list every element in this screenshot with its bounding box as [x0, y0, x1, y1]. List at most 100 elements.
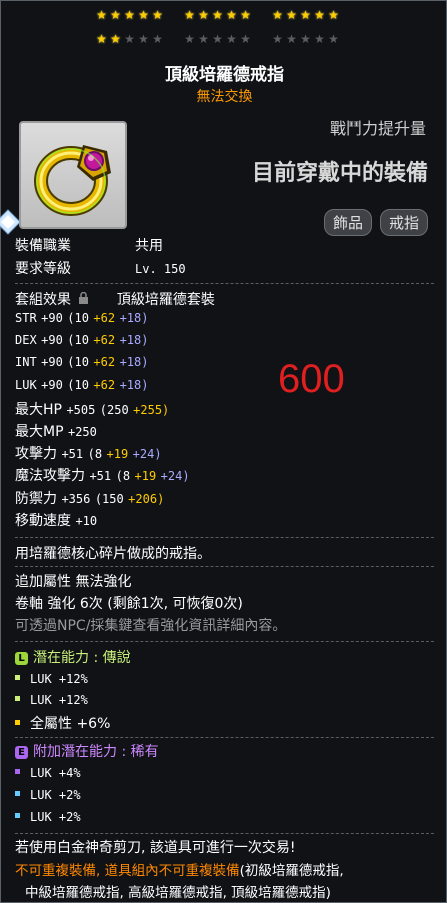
- star-empty-icon: ★: [328, 32, 340, 46]
- extra-attribute: 追加屬性 無法強化: [15, 574, 132, 590]
- star-group: ★ ★ ★ ★ ★: [183, 32, 253, 46]
- duplicate-list: 中級培羅德戒指, 高級培羅德戒指, 頂級培羅德戒指): [25, 885, 331, 901]
- star-group: ★ ★ ★ ★ ★: [271, 32, 341, 46]
- stat-base: (150: [94, 491, 124, 506]
- stat-base: (8: [87, 447, 103, 462]
- stat-star: +18): [119, 333, 149, 348]
- star-filled-icon: ★: [328, 8, 340, 22]
- stat-name: INT: [15, 355, 37, 370]
- bonus-potential-line: LUK +2%: [15, 809, 81, 825]
- stat-total: +51: [61, 447, 84, 462]
- bonus-potential-header: E 附加潛在能力 : 稀有: [15, 741, 159, 761]
- stat-total: +250: [67, 425, 97, 439]
- stat-row: 移動速度 +10: [15, 510, 97, 530]
- star-empty-icon: ★: [272, 32, 284, 46]
- stat-base: (10: [67, 355, 89, 370]
- stat-bonus: +19: [134, 469, 157, 484]
- bullet-icon: [15, 791, 20, 796]
- star-empty-icon: ★: [184, 32, 196, 46]
- item-icon-frame: [19, 121, 127, 229]
- star-group: ★ ★ ★ ★ ★: [95, 32, 165, 46]
- star-group: ★ ★ ★ ★ ★: [183, 8, 253, 22]
- duplicate-note: 不可重複裝備, 道具組內不可重複裝備(初級培羅德戒指,: [15, 863, 344, 879]
- stat-total: +90: [41, 355, 63, 370]
- bonus-potential-title: 附加潛在能力 : 稀有: [33, 744, 159, 760]
- star-filled-icon: ★: [110, 8, 122, 22]
- star-force-row-2: ★ ★ ★ ★ ★ ★ ★ ★ ★ ★ ★ ★ ★ ★ ★: [95, 32, 355, 46]
- potential-line: 全屬性 +6%: [15, 713, 110, 733]
- star-empty-icon: ★: [226, 32, 238, 46]
- power-increase-label: 戰鬥力提升量: [329, 119, 426, 138]
- stat-row: 防禦力 +356 (150 +206): [15, 488, 164, 508]
- star-empty-icon: ★: [286, 32, 298, 46]
- star-empty-icon: ★: [300, 32, 312, 46]
- stat-bonus: +62: [93, 333, 116, 348]
- stat-total: +90: [41, 311, 63, 325]
- star-empty-icon: ★: [198, 32, 210, 46]
- set-row: 套組效果 頂級培羅德套裝: [15, 289, 215, 309]
- scissors-note: 若使用白金神奇剪刀, 該道具可進行一次交易!: [15, 840, 296, 856]
- stat-bonus: +19: [106, 447, 129, 462]
- stat-bonus: +62: [93, 377, 116, 392]
- stat-row: INT +90 (10 +62 +18): [15, 354, 148, 370]
- bonus-potential-line: LUK +4%: [15, 765, 81, 781]
- trade-restriction: 無法交換: [196, 89, 253, 105]
- divider: [15, 737, 434, 739]
- stat-name: 移動速度: [15, 512, 71, 529]
- stat-base: (10: [67, 311, 89, 325]
- star-filled-icon: ★: [138, 8, 150, 22]
- enhance-hint: 可透過NPC/採集鍵查看強化資訊詳細內容。: [15, 618, 287, 634]
- star-filled-icon: ★: [300, 8, 312, 22]
- stat-name: 魔法攻擊力: [15, 468, 85, 485]
- stat-base: (8: [115, 469, 131, 484]
- stat-row: 最大HP +505 (250 +255): [15, 399, 169, 419]
- sparkle-icon: [0, 209, 21, 235]
- stat-bonus: +62: [93, 355, 116, 370]
- star-filled-icon: ★: [110, 32, 122, 46]
- stat-star: +24): [132, 447, 162, 462]
- gold-ring-purple-gem-icon: [34, 145, 111, 216]
- star-empty-icon: ★: [152, 32, 164, 46]
- item-name: 頂級培羅德戒指: [165, 65, 284, 85]
- bullet-icon: [15, 696, 20, 701]
- stat-bonus: +255): [133, 402, 170, 417]
- set-label: 套組效果: [15, 292, 71, 308]
- stat-total: +51: [89, 469, 112, 484]
- item-tooltip: ★ ★ ★ ★ ★ ★ ★ ★ ★ ★ ★ ★ ★ ★ ★ ★ ★ ★ ★ ★ ★ ★ ★ ★ ★ ★ ★ ★ ★ ★ 頂級培羅德戒指 …: [0, 0, 447, 903]
- stat-name: DEX: [15, 333, 37, 348]
- star-filled-icon: ★: [198, 8, 210, 22]
- bonus-potential-line: LUK +2%: [15, 787, 81, 803]
- star-empty-icon: ★: [314, 32, 326, 46]
- stat-total: +90: [41, 333, 63, 348]
- stat-base: (250: [99, 402, 129, 417]
- stat-row: STR +90 (10 +62 +18): [15, 310, 148, 326]
- divider: [15, 283, 434, 285]
- divider: [15, 641, 434, 643]
- stat-name: STR: [15, 311, 37, 325]
- stat-total: +356: [61, 491, 91, 506]
- stat-total: +10: [75, 513, 98, 528]
- level-label: 要求等級: [15, 261, 71, 277]
- tag-accessory: 飾品: [323, 209, 372, 236]
- potential-title: 潛在能力 : 傳說: [33, 650, 131, 666]
- divider: [15, 833, 434, 835]
- star-empty-icon: ★: [212, 32, 224, 46]
- star-filled-icon: ★: [96, 32, 108, 46]
- potential-line: LUK +12%: [15, 692, 88, 708]
- stat-star: +18): [119, 377, 149, 392]
- star-empty-icon: ★: [240, 32, 252, 46]
- stat-row: DEX +90 (10 +62 +18): [15, 332, 148, 348]
- stat-bonus: +62: [93, 311, 116, 325]
- set-name: 頂級培羅德套裝: [116, 292, 215, 308]
- level-row: 要求等級 Lv. 150: [15, 258, 186, 278]
- scroll-info: 卷軸 強化 6次 (剩餘1次, 可恢復0次): [15, 596, 243, 612]
- star-filled-icon: ★: [226, 8, 238, 22]
- stat-total: +505: [66, 402, 96, 417]
- star-filled-icon: ★: [212, 8, 224, 22]
- star-group: ★ ★ ★ ★ ★: [95, 8, 165, 22]
- stat-star: +24): [160, 469, 190, 484]
- star-filled-icon: ★: [314, 8, 326, 22]
- star-filled-icon: ★: [96, 8, 108, 22]
- stat-row: 最大MP +250: [15, 421, 97, 441]
- stat-bonus: +206): [128, 491, 165, 506]
